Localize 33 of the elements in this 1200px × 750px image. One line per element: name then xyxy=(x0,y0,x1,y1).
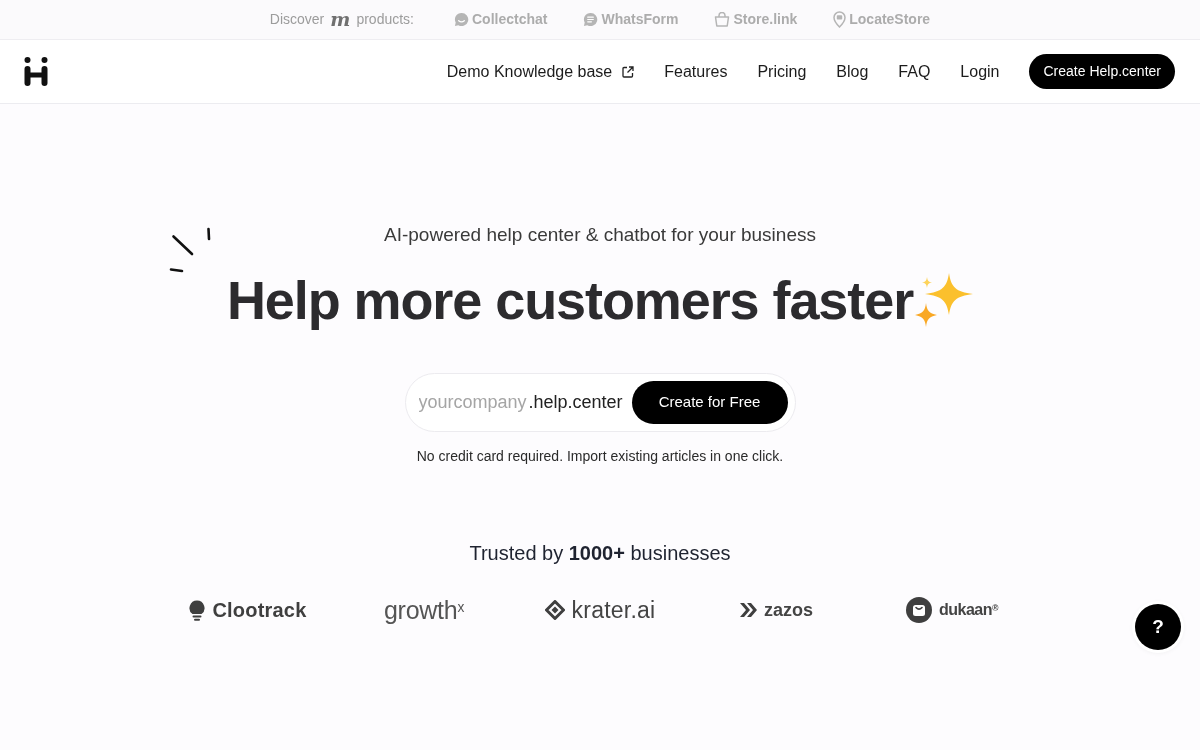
subdomain-input[interactable]: yourcompany xyxy=(418,389,529,416)
nav-link[interactable]: Pricing xyxy=(757,59,807,84)
brand-mark: m xyxy=(330,10,351,29)
signup-note: No credit card required. Import existing articles in one click. xyxy=(416,447,784,466)
double-chevron-icon xyxy=(739,602,757,618)
bag-circle-icon xyxy=(905,597,932,623)
trusted-heading: Trusted by 1000+ businesses xyxy=(469,541,731,566)
diamond-icon xyxy=(544,600,565,620)
client-logo-name: dukaan$^{®}$ xyxy=(938,602,999,618)
create-for-free-button[interactable]: Create for Free xyxy=(631,381,788,424)
light-bulb-icon xyxy=(189,599,206,621)
shopping-bag-icon xyxy=(714,12,731,27)
client-logo-name: krater.ai xyxy=(571,598,656,622)
nav-link[interactable]: FAQ xyxy=(898,59,931,84)
discover-label: Discover xyxy=(269,10,325,29)
nav-link[interactable]: Demo Knowledge base xyxy=(446,59,635,84)
client-logo-name: Clootrack xyxy=(212,600,307,620)
nav-link[interactable]: Login xyxy=(960,59,1000,84)
create-help-center-button[interactable]: Create Help.center xyxy=(1029,54,1175,89)
chat-lines-icon xyxy=(583,12,599,27)
hero-heading: Help more customers faster xyxy=(226,269,914,332)
domain-suffix: .help.center xyxy=(528,391,623,414)
products-label: products: xyxy=(356,10,414,29)
accent-strokes-icon xyxy=(169,227,212,273)
nav-link[interactable]: Blog xyxy=(836,59,869,84)
tagline: AI-powered help center & chatbot for your business xyxy=(384,223,816,247)
site-logo[interactable] xyxy=(24,57,48,86)
help-button[interactable]: ? xyxy=(1135,604,1181,650)
client-logo-name: growth$^{x}$ xyxy=(383,597,465,623)
map-pin-icon xyxy=(833,11,847,28)
client-logo-name: zazos xyxy=(764,601,813,619)
nav-link[interactable]: Features xyxy=(664,59,728,84)
chat-bubble-icon xyxy=(454,12,469,27)
